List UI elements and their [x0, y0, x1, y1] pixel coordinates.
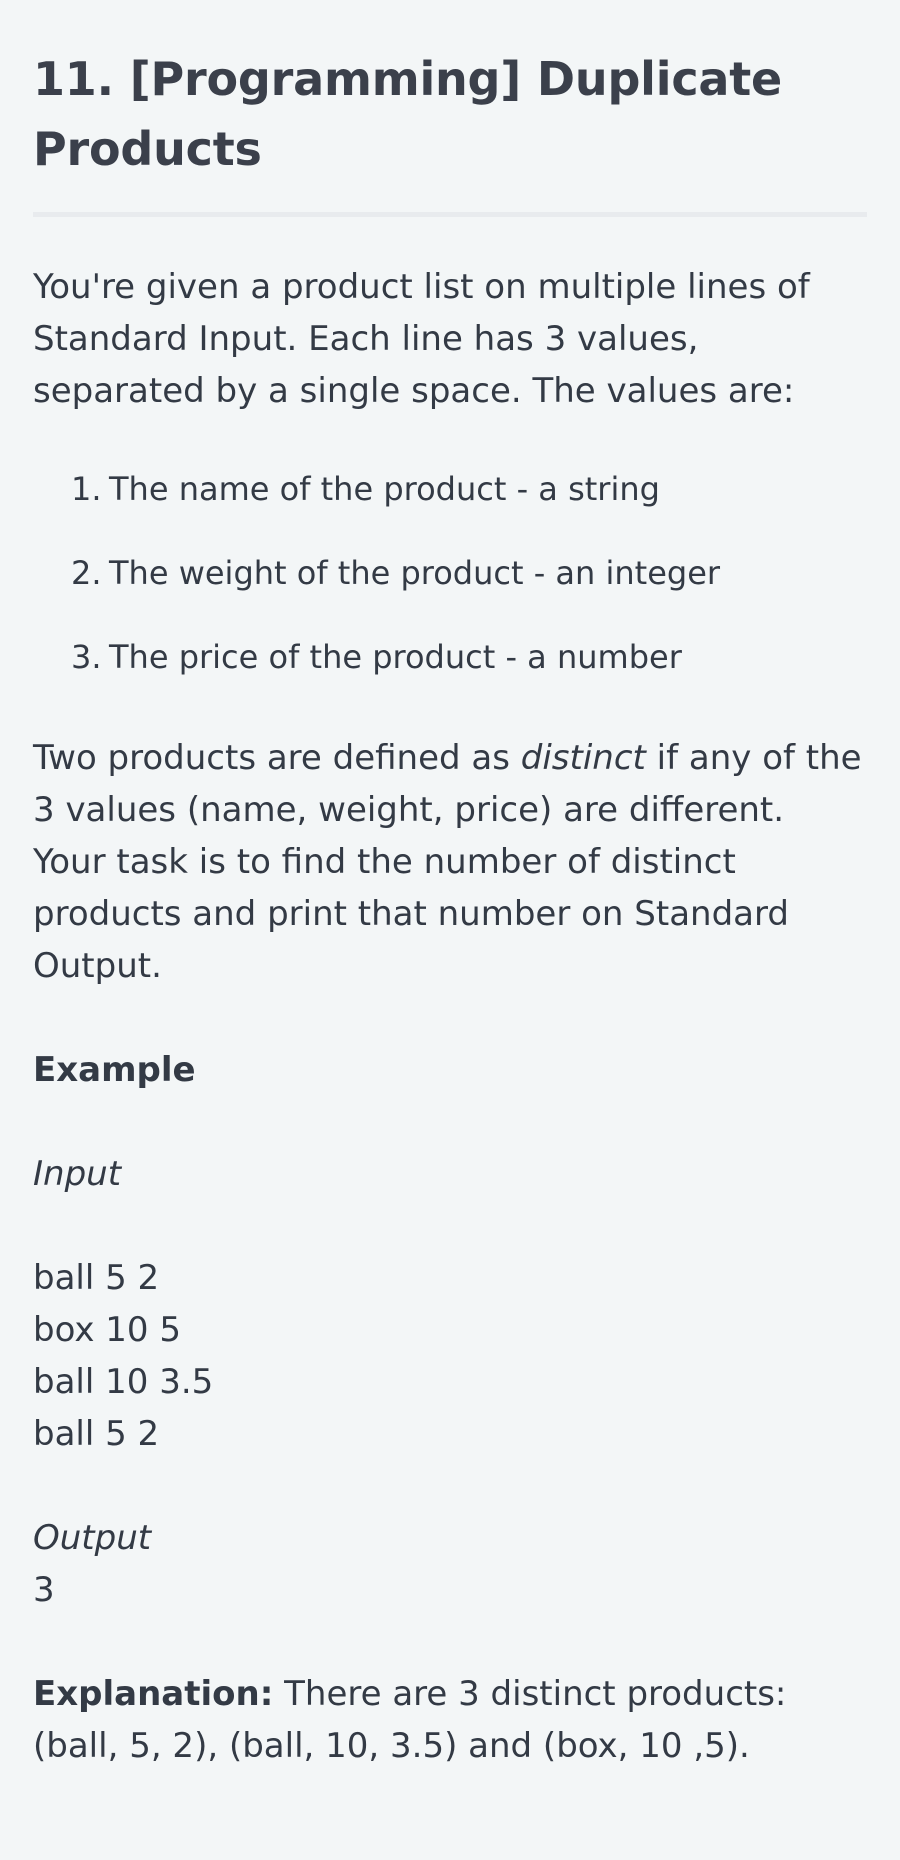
example-heading: Example — [33, 1050, 196, 1090]
explanation-label: Explanation: — [33, 1674, 274, 1714]
distinct-emphasis: distinct — [520, 738, 646, 778]
list-item: 1. The name of the product - a string — [71, 467, 867, 511]
problem-page: 11. [Programming] Duplicate Products You… — [0, 0, 900, 1772]
values-list: 1. The name of the product - a string 2.… — [33, 467, 867, 679]
explanation-paragraph: Explanation: There are 3 distinct produc… — [33, 1668, 867, 1772]
list-item: 3. The price of the product - a number — [71, 635, 867, 679]
list-item-number: 1. — [71, 470, 102, 508]
input-line: ball 10 3.5 — [33, 1362, 214, 1402]
input-label: Input — [33, 1154, 122, 1194]
list-item-text: The weight of the product - an integer — [109, 554, 721, 592]
input-line: ball 5 2 — [33, 1414, 160, 1454]
page-title: 11. [Programming] Duplicate Products — [33, 52, 783, 176]
list-item-number: 2. — [71, 554, 102, 592]
list-item: 2. The weight of the product - an intege… — [71, 551, 867, 595]
distinct-paragraph-start: Two products are defined as — [33, 738, 521, 778]
intro-paragraph: You're given a product list on multiple … — [33, 267, 810, 411]
list-item-text: The price of the product - a number — [109, 638, 682, 676]
title-divider — [33, 212, 867, 217]
output-label: Output — [33, 1518, 152, 1558]
input-lines: ball 5 2 box 10 5 ball 10 3.5 ball 5 2 — [33, 1252, 867, 1460]
input-line: ball 5 2 — [33, 1258, 160, 1298]
list-item-text: The name of the product - a string — [109, 470, 660, 508]
list-item-number: 3. — [71, 638, 102, 676]
output-value: 3 — [33, 1570, 55, 1610]
input-line: box 10 5 — [33, 1310, 181, 1350]
distinct-paragraph: Two products are defined as distinct if … — [33, 732, 867, 992]
